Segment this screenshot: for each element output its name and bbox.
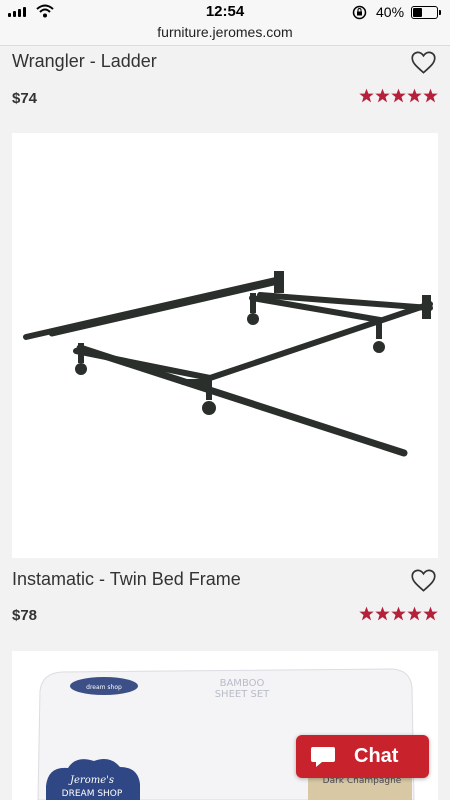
rating-stars xyxy=(359,88,438,103)
bed-frame-illustration xyxy=(23,271,433,457)
logo-line1: Jerome's xyxy=(68,775,114,786)
orientation-lock-icon xyxy=(352,5,367,20)
product-title[interactable]: Wrangler - Ladder xyxy=(12,51,157,72)
heart-icon[interactable] xyxy=(410,568,437,593)
product-price: $78 xyxy=(12,607,38,624)
product-title[interactable]: Instamatic - Twin Bed Frame xyxy=(12,569,241,590)
logo-line2: DREAM SHOP xyxy=(62,789,123,799)
box-text-top: BAMBOO xyxy=(220,678,265,689)
heart-icon[interactable] xyxy=(410,50,437,75)
star-icon xyxy=(375,88,390,103)
star-icon xyxy=(359,606,374,621)
star-icon xyxy=(359,88,374,103)
status-bar: 12:54 40% xyxy=(0,0,450,24)
chat-label: Chat xyxy=(354,745,399,767)
product-price: $74 xyxy=(12,90,38,107)
battery-cap xyxy=(439,10,441,15)
star-icon xyxy=(407,606,422,621)
star-icon xyxy=(423,88,438,103)
product-image-bed-frame[interactable] xyxy=(12,133,438,558)
battery-level xyxy=(413,8,423,17)
battery-icon xyxy=(411,6,438,19)
product-info: Instamatic - Twin Bed Frame $78 xyxy=(12,564,438,630)
product-info: Wrangler - Ladder $74 xyxy=(12,48,438,112)
star-icon xyxy=(391,88,406,103)
battery-percent: 40% xyxy=(376,4,405,20)
star-icon xyxy=(423,606,438,621)
url-bar[interactable]: furniture.jeromes.com xyxy=(0,24,450,46)
star-icon xyxy=(375,606,390,621)
star-icon xyxy=(407,88,422,103)
url-text: furniture.jeromes.com xyxy=(157,24,293,40)
chat-bubble-icon xyxy=(311,746,335,767)
chat-button[interactable]: Chat xyxy=(296,735,429,778)
star-icon xyxy=(391,606,406,621)
rating-stars xyxy=(359,606,438,621)
box-text-bottom: SHEET SET xyxy=(215,689,270,700)
svg-text:dream shop: dream shop xyxy=(86,684,122,691)
